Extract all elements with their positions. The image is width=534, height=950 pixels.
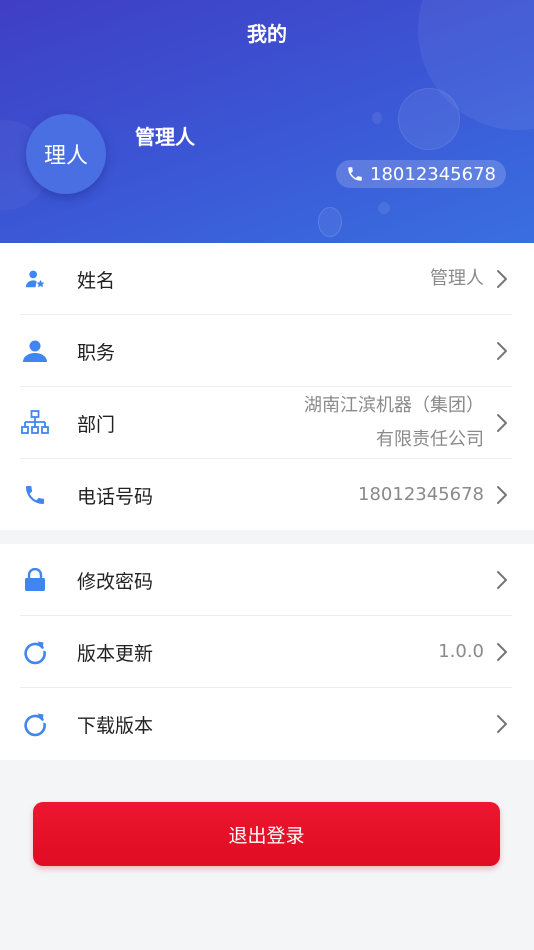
lock-icon [20, 565, 50, 595]
list-item-change-password[interactable]: 修改密码 [0, 544, 534, 616]
list-item-position[interactable]: 职务 [0, 315, 534, 387]
user-star-icon [20, 264, 50, 294]
decor-bubble [372, 112, 382, 124]
chevron-right-icon [497, 342, 507, 360]
row-label: 部门 [77, 413, 116, 436]
row-value: 管理人 [430, 268, 484, 289]
row-label: 电话号码 [77, 485, 154, 508]
chevron-right-icon [497, 486, 507, 504]
row-label: 版本更新 [77, 642, 154, 665]
phone-icon [348, 167, 362, 181]
list-item-phone[interactable]: 电话号码 18012345678 [0, 459, 534, 531]
row-value: 1.0.0 [438, 641, 484, 662]
org-chart-icon [20, 408, 50, 438]
chevron-right-icon [497, 571, 507, 589]
row-label: 下载版本 [77, 714, 154, 737]
logout-button[interactable]: 退出登录 [33, 802, 500, 866]
phone-number: 18012345678 [370, 163, 496, 185]
list-item-department[interactable]: 部门 湖南江滨机器（集团） 有限责任公司 [0, 387, 534, 459]
list-item-download-version[interactable]: 下载版本 [0, 688, 534, 760]
page-title: 我的 [247, 22, 287, 46]
row-label: 姓名 [77, 269, 116, 292]
decor-bubble [318, 207, 342, 237]
user-icon [20, 336, 50, 366]
phone-icon [20, 480, 50, 510]
profile-info-list: 姓名 管理人 职务 部门 湖南江滨机器（集团） 有限责任公司 电话号码 1801… [0, 243, 534, 530]
row-value: 湖南江滨机器（集团） 有限责任公司 [304, 389, 484, 457]
chevron-right-icon [497, 414, 507, 432]
refresh-icon [20, 709, 50, 739]
decor-bubble [398, 88, 460, 150]
department-line-1: 湖南江滨机器（集团） [304, 395, 484, 416]
chevron-right-icon [497, 270, 507, 288]
settings-list: 修改密码 版本更新 1.0.0 下载版本 [0, 544, 534, 760]
phone-chip: 18012345678 [336, 160, 506, 188]
profile-header: 我的 理人 管理人 18012345678 [0, 0, 534, 243]
chevron-right-icon [497, 643, 507, 661]
department-line-2: 有限责任公司 [376, 429, 484, 450]
decor-bubble [378, 202, 390, 214]
profile-name: 管理人 [135, 125, 195, 149]
row-value: 18012345678 [358, 484, 484, 505]
avatar[interactable]: 理人 [26, 114, 106, 194]
row-label: 修改密码 [77, 570, 154, 593]
chevron-right-icon [497, 715, 507, 733]
list-item-version-update[interactable]: 版本更新 1.0.0 [0, 616, 534, 688]
row-label: 职务 [77, 341, 116, 364]
refresh-icon [20, 637, 50, 667]
list-item-name[interactable]: 姓名 管理人 [0, 243, 534, 315]
